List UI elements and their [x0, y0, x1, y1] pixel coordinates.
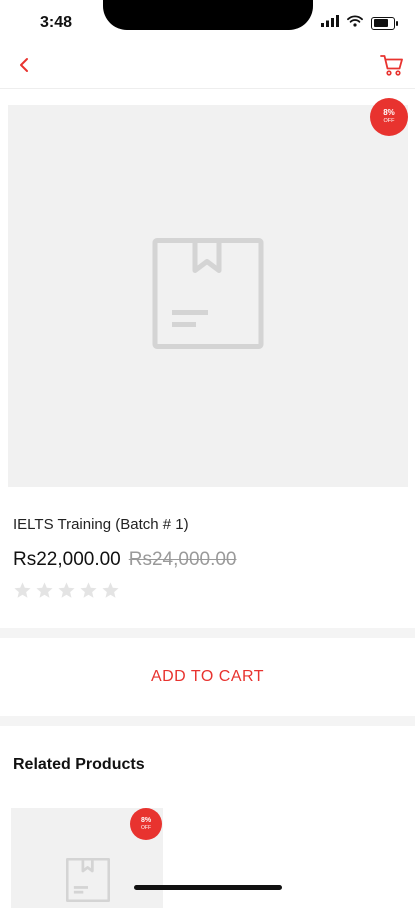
- battery-level: [373, 19, 388, 27]
- cart-button[interactable]: [379, 54, 405, 80]
- wifi-icon: [347, 14, 363, 32]
- related-discount-percent: 8%: [140, 817, 152, 824]
- status-icons: [321, 14, 398, 32]
- discount-suffix: OFF: [383, 118, 395, 125]
- discount-percent: 8%: [383, 108, 395, 118]
- star-icon: [14, 582, 31, 598]
- home-indicator[interactable]: [134, 885, 282, 890]
- star-icon: [102, 582, 119, 598]
- product-info: IELTS Training (Batch # 1) Rs22,000.00 R…: [13, 516, 403, 600]
- device-notch: [103, 0, 313, 30]
- signal-icon: [321, 14, 339, 32]
- product-original-price: Rs24,000.00: [128, 549, 237, 570]
- package-placeholder-icon: [152, 238, 264, 355]
- price-row: Rs22,000.00 Rs24,000.00: [13, 549, 403, 571]
- star-icon: [36, 582, 53, 598]
- add-to-cart-button[interactable]: ADD TO CART: [0, 638, 415, 716]
- rating-stars: [13, 581, 403, 600]
- battery-icon: [371, 16, 398, 30]
- chevron-left-icon: [18, 57, 30, 78]
- status-time: 3:48: [40, 14, 73, 31]
- back-button[interactable]: [12, 55, 36, 79]
- section-divider: [0, 716, 415, 726]
- product-title: IELTS Training (Batch # 1): [13, 516, 189, 533]
- product-price: Rs22,000.00: [13, 549, 121, 570]
- nav-bar: [0, 46, 415, 89]
- product-image[interactable]: [8, 105, 408, 487]
- cart-icon: [380, 54, 404, 81]
- star-icon: [58, 582, 75, 598]
- status-bar: 3:48: [0, 0, 415, 46]
- star-icon: [80, 582, 97, 598]
- section-divider: [0, 628, 415, 638]
- discount-badge: 8% OFF: [370, 98, 408, 136]
- related-products-heading: Related Products: [13, 756, 145, 773]
- related-discount-badge: 8% OFF: [130, 808, 162, 840]
- related-discount-suffix: OFF: [141, 825, 151, 831]
